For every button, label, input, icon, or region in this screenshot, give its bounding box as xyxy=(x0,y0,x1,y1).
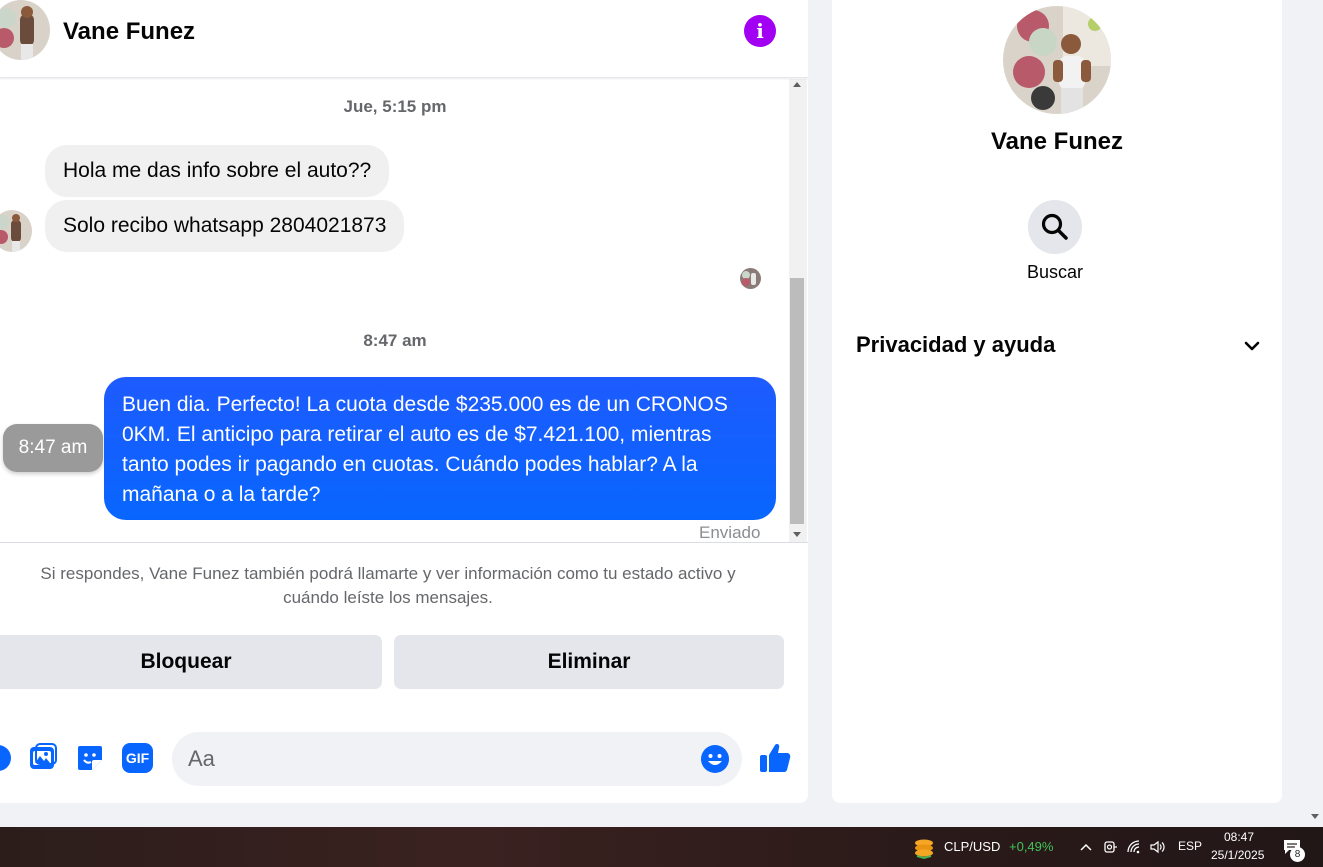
more-actions-icon[interactable] xyxy=(0,742,14,774)
search-icon xyxy=(1041,213,1068,240)
incoming-message[interactable]: Solo recibo whatsapp 2804021873 xyxy=(45,200,405,252)
message-line: Buen dia. Perfecto! La cuota desde $235.… xyxy=(122,393,728,416)
notification-count-badge: 8 xyxy=(1290,847,1305,862)
message-scrollbar[interactable] xyxy=(789,79,807,543)
chevron-up-icon[interactable] xyxy=(1078,839,1094,855)
avatar[interactable] xyxy=(0,0,50,60)
wifi-icon[interactable] xyxy=(1126,839,1142,855)
search-button[interactable] xyxy=(1028,200,1082,254)
notice-line: cuándo leíste los mensajes. xyxy=(283,588,493,607)
ticker-change[interactable]: +0,49% xyxy=(1009,839,1053,854)
scroll-down-arrow[interactable] xyxy=(793,532,801,537)
page-scroll-down-arrow[interactable] xyxy=(1311,814,1319,819)
scroll-thumb[interactable] xyxy=(790,278,804,524)
notice-line: Si respondes, Vane Funez también podrá l… xyxy=(40,564,736,583)
privacy-notice: Si respondes, Vane Funez también podrá l… xyxy=(0,562,776,610)
seen-indicator-avatar xyxy=(740,268,761,289)
contact-name[interactable]: Vane Funez xyxy=(63,18,195,46)
message-line: 0KM. El anticipo para retirar el auto es… xyxy=(122,423,712,446)
incoming-message[interactable]: Hola me das info sobre el auto?? xyxy=(45,145,390,197)
coins-icon[interactable] xyxy=(912,836,936,860)
thumbs-up-icon[interactable] xyxy=(757,740,793,776)
message-input-box[interactable] xyxy=(172,732,742,786)
photo-icon[interactable] xyxy=(27,742,59,774)
info-icon[interactable]: i xyxy=(744,15,776,47)
clock-date[interactable]: 25/1/2025 xyxy=(1211,848,1264,862)
clock-time[interactable]: 08:47 xyxy=(1224,830,1254,844)
sticker-icon[interactable] xyxy=(74,742,106,774)
taskbar: CLP/USD +0,49% ESP 08:47 25/1/2025 8 xyxy=(0,827,1323,867)
outgoing-message[interactable]: Buen dia. Perfecto! La cuota desde $235.… xyxy=(104,377,776,520)
gif-icon[interactable]: GIF xyxy=(122,743,153,773)
profile-name: Vane Funez xyxy=(990,128,1124,155)
emoji-icon[interactable] xyxy=(700,744,730,774)
chevron-down-icon xyxy=(1244,341,1260,351)
privacy-help-section[interactable]: Privacidad y ayuda xyxy=(856,326,1262,366)
timestamp: Jue, 5:15 pm xyxy=(343,97,447,116)
message-input[interactable] xyxy=(188,732,688,786)
sender-avatar[interactable] xyxy=(0,210,32,252)
composer: GIF xyxy=(0,730,808,788)
search-label[interactable]: Buscar xyxy=(832,262,1278,283)
volume-icon[interactable] xyxy=(1149,839,1165,855)
camera-icon[interactable] xyxy=(1102,839,1118,855)
scroll-up-arrow[interactable] xyxy=(793,82,801,87)
profile-avatar[interactable] xyxy=(1003,6,1111,114)
message-status: Enviado xyxy=(699,523,761,542)
block-button[interactable]: Bloquear xyxy=(0,635,382,689)
chat-header: Vane Funez i xyxy=(0,0,808,78)
timestamp: 8:47 am xyxy=(363,331,427,350)
divider xyxy=(0,542,808,543)
ticker-symbol[interactable]: CLP/USD xyxy=(944,839,1000,854)
message-time-tooltip: 8:47 am xyxy=(3,424,103,472)
privacy-help-label: Privacidad y ayuda xyxy=(856,332,1056,357)
message-line: mañana o a la tarde? xyxy=(122,483,321,506)
message-line: tanto podes ir pagando en cuotas. Cuándo… xyxy=(122,453,698,476)
contact-info-panel: Vane Funez Buscar Privacidad y ayuda xyxy=(832,0,1282,803)
delete-button[interactable]: Eliminar xyxy=(394,635,784,689)
message-list: Jue, 5:15 pm Hola me das info sobre el a… xyxy=(0,79,790,543)
language-indicator[interactable]: ESP xyxy=(1178,839,1202,853)
chat-panel: Vane Funez i Jue, 5:15 pm Hola me das in… xyxy=(0,0,808,803)
